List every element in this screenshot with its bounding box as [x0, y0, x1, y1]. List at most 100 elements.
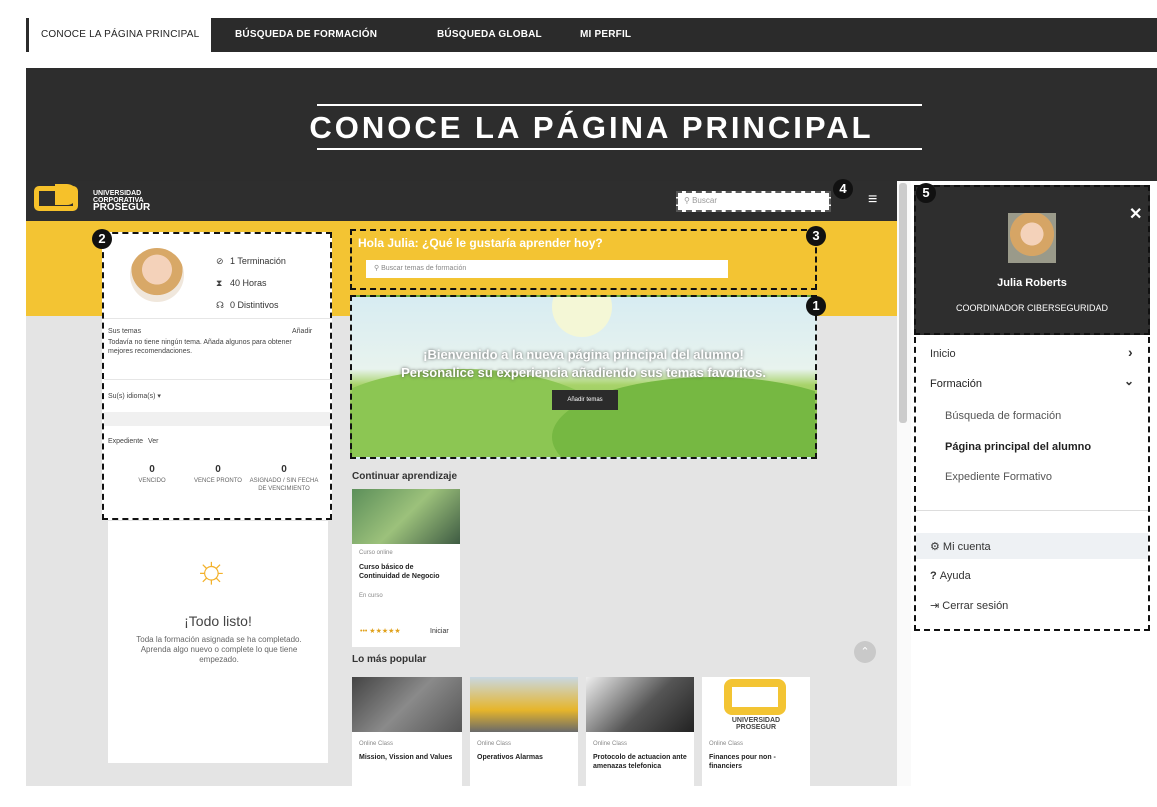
stat-badges-text: 0 Distintivos: [230, 300, 279, 310]
help-icon: ?: [930, 570, 940, 582]
hourglass-icon: ⧗: [216, 278, 223, 288]
course-image: [470, 677, 578, 732]
top-tab-bar: CONOCE LA PÁGINA PRINCIPAL BÚSQUEDA DE F…: [26, 18, 1157, 52]
course-type: Curso online: [359, 550, 393, 556]
logout-icon: ⇥: [930, 600, 943, 612]
all-done-title: ¡Todo listo!: [184, 613, 252, 629]
all-done-text: Toda la formación asignada se ha complet…: [136, 635, 302, 664]
rating-stars-icon: ••• ★★★★★: [360, 628, 401, 635]
languages-label: Su(s) idioma(s): [108, 393, 156, 400]
menu-cerrar-sesion-label: Cerrar sesión: [942, 600, 1009, 612]
gear-icon: ⚙: [930, 541, 943, 553]
menu-pagina-principal[interactable]: Página principal del alumno: [945, 441, 1091, 453]
course-title: Operativos Alarmas: [477, 754, 543, 761]
course-title: Protocolo de actuacion ante amenazas tel…: [593, 754, 687, 770]
avatar: [130, 248, 184, 302]
ribbon-icon: ☊: [216, 300, 224, 310]
record-label: Expediente: [108, 438, 144, 445]
greeting-text: Hola Julia: ¿Qué le gustaría aprender ho…: [358, 236, 603, 250]
popular-card-4[interactable]: UNIVERSIDAD PROSEGUR Online Class Finance…: [702, 677, 810, 786]
course-image: UNIVERSIDAD PROSEGUR: [702, 677, 810, 732]
menu-formacion[interactable]: Formación: [930, 378, 982, 390]
count-due-soon-label: VENCE PRONTO: [194, 478, 242, 484]
search-input[interactable]: ⚲ Buscar: [676, 191, 831, 212]
caret-down-icon: ▾: [157, 393, 161, 400]
menu-busqueda-formacion[interactable]: Búsqueda de formación: [945, 410, 1061, 422]
badge-3: 3: [806, 226, 826, 246]
topics-add-link[interactable]: Añadir: [292, 328, 312, 335]
count-overdue-label: VENCIDO: [138, 478, 166, 484]
stat-completions-text: 1 Terminación: [230, 256, 286, 266]
course-type: Online Class: [477, 741, 512, 747]
popular-card-2[interactable]: Online Class Operativos Alarmas: [470, 677, 578, 786]
user-role: COORDINADOR CIBERSEGURIDAD: [955, 303, 1108, 313]
popular-label: Lo más popular: [352, 654, 427, 665]
tab-busqueda-formacion[interactable]: BÚSQUEDA DE FORMACIÓN: [235, 18, 377, 52]
user-avatar: [1008, 213, 1056, 263]
chevron-right-icon[interactable]: ›: [1128, 344, 1133, 360]
hamburger-icon[interactable]: ≡: [868, 191, 877, 209]
course-start-link[interactable]: Iniciar: [430, 628, 449, 635]
course-title: Mission, Vission and Values: [359, 754, 453, 761]
course-card-continue[interactable]: Curso online Curso básico de Continuidad…: [352, 489, 460, 647]
menu-ayuda[interactable]: ? Ayuda: [930, 570, 971, 582]
close-icon[interactable]: ✕: [1129, 204, 1142, 224]
hero-line-1: ¡Bienvenido a la nueva página principal …: [423, 347, 744, 362]
course-type: Online Class: [593, 741, 628, 747]
record-view-link[interactable]: Ver: [148, 438, 159, 445]
count-overdue: 0: [149, 464, 155, 475]
continue-learning-label: Continuar aprendizaje: [352, 471, 458, 482]
search-placeholder: Buscar: [692, 196, 717, 205]
profile-card: ⊘ 1 Terminación ⧗ 40 Horas ☊ 0 Distintivos …: [102, 232, 334, 520]
topic-search-placeholder: Buscar temas de formación: [381, 265, 467, 272]
stat-badges: ☊ 0 Distintivos: [216, 300, 279, 311]
course-status: En curso: [359, 593, 383, 599]
search-icon: ⚲: [684, 196, 693, 205]
all-done-card: ☼ ¡Todo listo! Toda la formación asignad…: [108, 521, 328, 763]
course-title: Finances pour non - financiers: [709, 754, 776, 770]
tab-busqueda-global[interactable]: BÚSQUEDA GLOBAL: [437, 18, 542, 52]
badge-2: 2: [92, 229, 112, 249]
user-name: Julia Roberts: [997, 277, 1067, 289]
course-type: Online Class: [709, 741, 744, 747]
tab-mi-perfil[interactable]: MI PERFIL: [580, 18, 631, 52]
add-topics-button[interactable]: Añadir temas: [552, 390, 618, 410]
course-image: [352, 489, 460, 544]
logo-icon-part: [55, 184, 77, 205]
welcome-hero: ¡Bienvenido a la nueva página principal …: [350, 295, 817, 459]
stat-hours-text: 40 Horas: [230, 278, 267, 288]
count-due-soon: 0: [215, 464, 221, 475]
greeting-box: Hola Julia: ¿Qué le gustaría aprender ho…: [350, 229, 817, 290]
menu-mi-cuenta-label: Mi cuenta: [942, 541, 991, 553]
topics-label: Sus temas: [108, 328, 142, 335]
tab-conoce[interactable]: CONOCE LA PÁGINA PRINCIPAL: [29, 18, 212, 52]
badge-5: 5: [916, 183, 936, 203]
topics-empty-text: Todavía no tiene ningún tema. Añada algu…: [108, 339, 292, 355]
popular-card-3[interactable]: Online Class Protocolo de actuacion ante…: [586, 677, 694, 786]
logo-text: UNIVERSIDAD PROSEGUR: [731, 717, 781, 731]
stat-hours: ⧗ 40 Horas: [216, 278, 267, 289]
course-title: Curso básico de Continuidad de Negocio: [359, 564, 440, 580]
logo-icon: [724, 679, 786, 715]
banner-line-bottom: [317, 148, 922, 150]
scrollbar[interactable]: [899, 183, 907, 423]
count-assigned: 0: [281, 464, 287, 475]
user-box: ✕ Julia Roberts COORDINADOR CIBERSEGURID…: [914, 185, 1150, 335]
count-assigned-label: ASIGNADO / SIN FECHA DE VENCIMIENTO: [249, 478, 319, 492]
menu-mi-cuenta[interactable]: ⚙ Mi cuenta: [930, 540, 991, 553]
course-image: [352, 677, 462, 732]
menu-inicio[interactable]: Inicio: [930, 348, 956, 360]
hero-line-2: Personalice su experiencia añadiendo sus…: [401, 365, 766, 380]
menu-expediente[interactable]: Expediente Formativo: [945, 471, 1052, 483]
check-icon: ⊘: [216, 256, 224, 266]
stat-completions: ⊘ 1 Terminación: [216, 256, 286, 267]
scroll-up-icon[interactable]: ⌃: [854, 641, 876, 663]
course-image: [586, 677, 694, 732]
course-type: Online Class: [359, 741, 394, 747]
menu-cerrar-sesion[interactable]: ⇥ Cerrar sesión: [930, 599, 1008, 612]
languages-dropdown[interactable]: Su(s) idioma(s) ▾: [108, 392, 161, 400]
topic-search-input[interactable]: ⚲ Buscar temas de formación: [366, 260, 728, 278]
popular-card-1[interactable]: Online Class Mission, Vission and Values: [352, 677, 462, 786]
chevron-down-icon[interactable]: ⌄: [1124, 374, 1134, 388]
badge-4: 4: [833, 179, 853, 199]
